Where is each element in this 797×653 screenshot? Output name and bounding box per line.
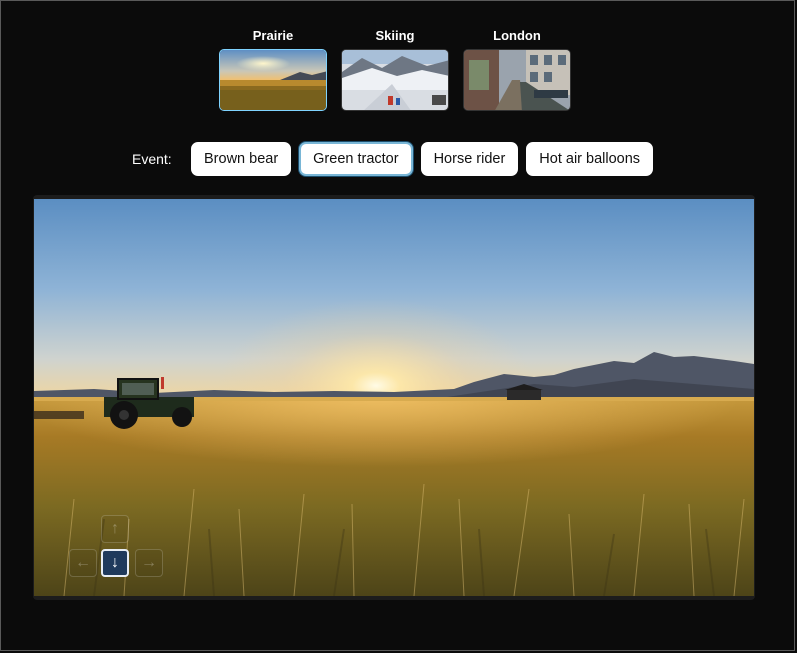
event-label: Event: (132, 151, 172, 167)
scene-thumb-prairie[interactable]: Prairie (219, 28, 327, 111)
event-selector: Event: Brown bear Green tractor Horse ri… (132, 142, 661, 176)
arrow-right-button[interactable]: → (135, 549, 163, 577)
scene-thumb-skiing[interactable]: Skiing (341, 28, 449, 111)
arrow-up-button[interactable]: ↑ (101, 515, 129, 543)
event-green-tractor-button[interactable]: Green tractor (299, 142, 413, 176)
arrow-down-button[interactable]: ↓ (101, 549, 129, 577)
london-thumbnail[interactable] (463, 49, 571, 111)
event-hot-air-balloons-button[interactable]: Hot air balloons (526, 142, 654, 176)
scene-thumb-london[interactable]: London (463, 28, 571, 111)
navigation-pad: ↑ ← ↓ → (69, 515, 169, 585)
event-horse-rider-button[interactable]: Horse rider (420, 142, 519, 176)
skiing-thumbnail[interactable] (341, 49, 449, 111)
scene-label: Prairie (252, 28, 294, 43)
scene-viewer[interactable]: ↑ ← ↓ → (33, 195, 755, 600)
scene-selector: Prairie Skiing London (219, 28, 571, 111)
prairie-thumbnail[interactable] (219, 49, 327, 111)
event-brown-bear-button[interactable]: Brown bear (191, 142, 292, 176)
arrow-left-button[interactable]: ← (69, 549, 97, 577)
scene-label: London (493, 28, 541, 43)
scene-label: Skiing (375, 28, 415, 43)
